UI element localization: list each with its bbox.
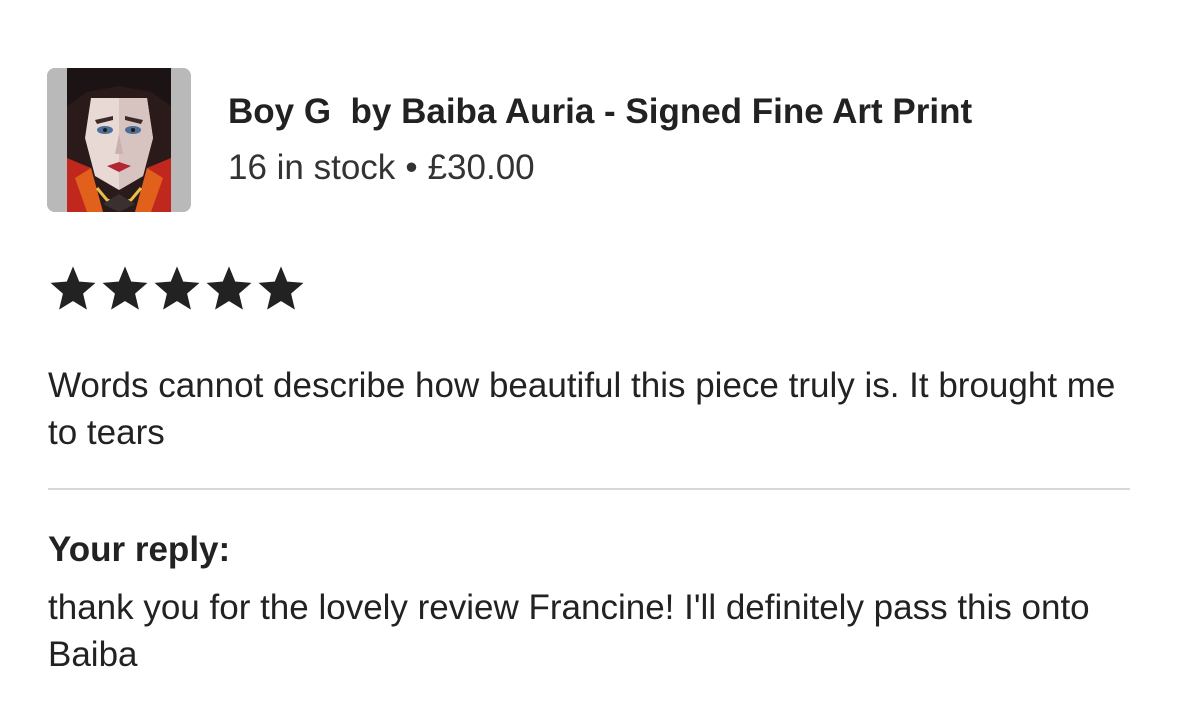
meta-separator: • (405, 148, 418, 187)
listing-price: £30.00 (427, 148, 535, 187)
product-thumbnail[interactable] (47, 68, 191, 212)
star-icon (50, 266, 96, 310)
reply-label: Your reply: (48, 530, 231, 569)
listing-stock-price: 16 in stock • £30.00 (228, 146, 972, 190)
star-icon (102, 266, 148, 310)
star-icon (258, 266, 304, 310)
portrait-artwork-image (47, 68, 191, 212)
star-icon (206, 266, 252, 310)
review-text: Words cannot describe how beautiful this… (48, 366, 1116, 452)
star-rating (50, 266, 304, 312)
divider (48, 488, 1130, 490)
stock-count: 16 in stock (228, 148, 396, 187)
listing-info: Boy G by Baiba Auria - Signed Fine Art P… (228, 90, 972, 190)
listing-title[interactable]: Boy G by Baiba Auria - Signed Fine Art P… (228, 90, 972, 134)
reply-text: thank you for the lovely review Francine… (48, 588, 1090, 674)
listing-summary: Boy G by Baiba Auria - Signed Fine Art P… (47, 68, 972, 212)
star-icon (154, 266, 200, 310)
